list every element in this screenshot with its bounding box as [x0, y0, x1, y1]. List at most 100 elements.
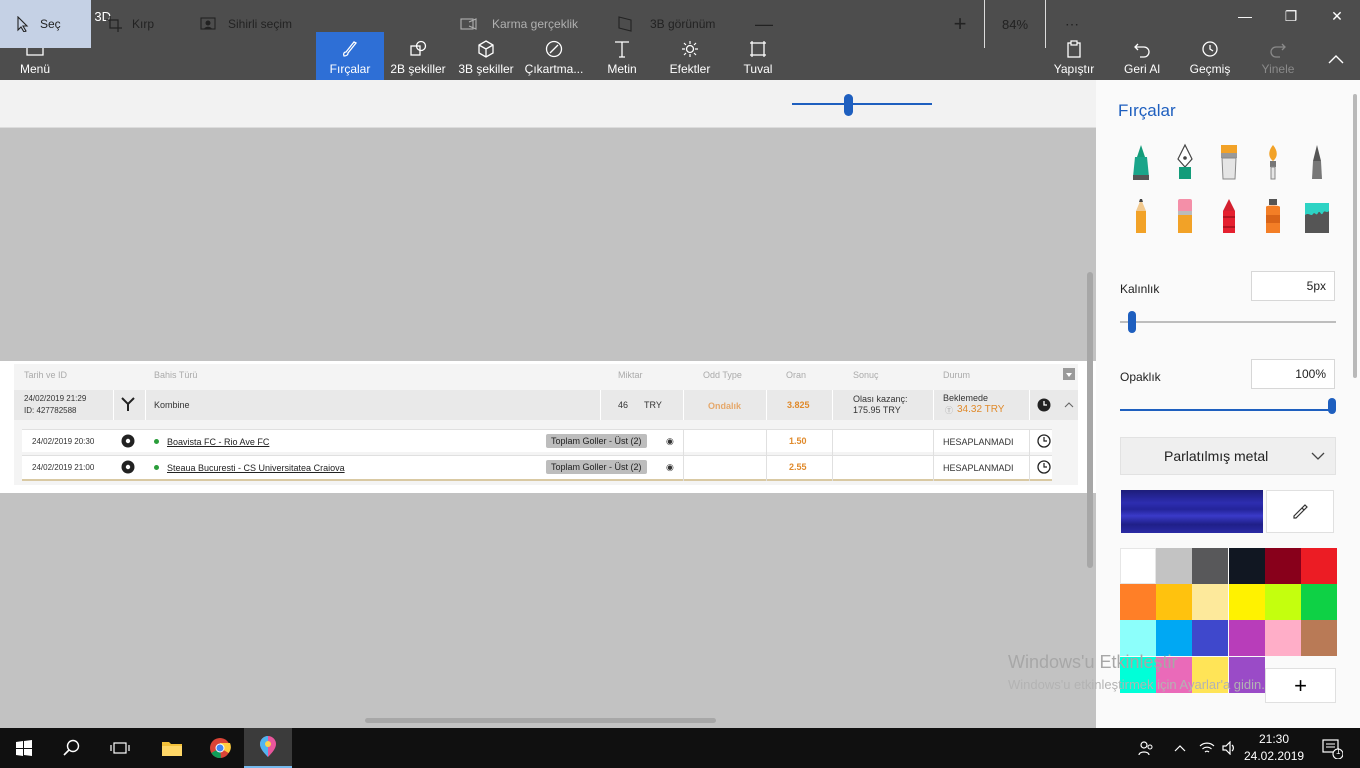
color-swatch[interactable]: [1264, 548, 1301, 584]
paint3d-taskbar-button[interactable]: [244, 728, 292, 768]
thickness-slider-thumb[interactable]: [1128, 311, 1137, 333]
zoom-slider-track[interactable]: [792, 103, 932, 105]
color-swatch[interactable]: [1120, 620, 1156, 657]
eyedropper-button[interactable]: [1266, 490, 1334, 533]
color-swatch[interactable]: [1228, 620, 1265, 657]
color-swatch[interactable]: [1228, 548, 1265, 584]
select-label: Seç: [40, 17, 61, 31]
spray-can-icon[interactable]: [1258, 197, 1288, 237]
clock-date: 24.02.2019: [1244, 749, 1305, 763]
network-button[interactable]: [1196, 728, 1218, 768]
shapes-2d-icon: [409, 38, 427, 60]
color-swatch[interactable]: [1192, 548, 1229, 584]
view-3d-icon: [618, 16, 632, 32]
start-button[interactable]: [0, 728, 48, 768]
chevron-up-icon[interactable]: [1064, 401, 1074, 409]
select-button[interactable]: Seç: [0, 0, 91, 48]
header-date: Tarih ve ID: [24, 370, 68, 380]
match-link[interactable]: Boavista FC - Rio Ave FC: [167, 437, 269, 447]
paste-label: Yapıştır: [1053, 62, 1095, 76]
close-button[interactable]: ✕: [1314, 0, 1360, 32]
zoom-out-button[interactable]: —: [755, 0, 773, 48]
mixed-reality-icon: [460, 18, 477, 30]
add-color-button[interactable]: +: [1265, 668, 1336, 703]
color-swatch[interactable]: [1228, 584, 1265, 621]
speaker-icon: [1222, 741, 1234, 755]
view-3d-button[interactable]: 3B görünüm: [618, 0, 715, 48]
tab-2d-shapes[interactable]: 2B şekiller: [388, 32, 448, 80]
crayon-icon[interactable]: [1214, 197, 1244, 237]
header-amount: Miktar: [618, 370, 643, 380]
magic-select-button[interactable]: Sihirli seçim: [200, 0, 292, 48]
color-swatch[interactable]: [1192, 620, 1229, 657]
search-button[interactable]: [48, 728, 96, 768]
crop-button[interactable]: Kırp: [106, 0, 154, 48]
taskbar-clock[interactable]: 21:30 24.02.2019: [1244, 731, 1304, 765]
collapse-ribbon-button[interactable]: [1318, 32, 1354, 80]
current-color-swatch[interactable]: [1121, 490, 1263, 533]
zoom-value[interactable]: 84%: [984, 0, 1046, 48]
view-3d-label: 3B görünüm: [650, 17, 716, 31]
color-swatch[interactable]: [1301, 548, 1337, 584]
tray-expand-button[interactable]: [1168, 728, 1192, 768]
opacity-slider[interactable]: [1120, 409, 1334, 411]
pen-icon[interactable]: [1302, 143, 1332, 183]
mixed-reality-button[interactable]: Karma gerçeklik: [460, 0, 578, 48]
color-swatch[interactable]: [1120, 548, 1156, 584]
color-swatch[interactable]: [1192, 584, 1229, 621]
color-swatch[interactable]: [1120, 584, 1156, 621]
fill-bucket-icon[interactable]: [1302, 197, 1332, 237]
opacity-input[interactable]: 100%: [1251, 359, 1335, 389]
color-swatch[interactable]: [1264, 620, 1301, 657]
match-link[interactable]: Steaua Bucuresti - CS Universitatea Crai…: [167, 463, 345, 473]
main-currency: TRY: [644, 400, 662, 410]
oil-brush-icon[interactable]: [1214, 143, 1244, 183]
row-date: 24/02/2019 20:30: [32, 437, 95, 446]
cursor-icon: [17, 16, 29, 32]
opacity-slider-thumb[interactable]: [1328, 398, 1336, 414]
color-swatch[interactable]: [1156, 584, 1193, 621]
tab-brushes[interactable]: Fırçalar: [316, 32, 384, 80]
color-swatch[interactable]: [1156, 620, 1193, 657]
history-button[interactable]: Geçmiş: [1186, 32, 1234, 80]
magic-select-label: Sihirli seçim: [228, 17, 293, 31]
chrome-button[interactable]: [196, 728, 244, 768]
material-dropdown[interactable]: Parlatılmış metal: [1120, 437, 1336, 475]
tab-label: 2B şekiller: [390, 62, 446, 76]
redo-button[interactable]: Yinele: [1254, 32, 1302, 80]
activation-watermark-text: Windows'u etkinleştirmek için Ayarlar'a …: [1008, 677, 1265, 692]
color-swatch[interactable]: [1301, 620, 1337, 657]
horizontal-scrollbar[interactable]: [365, 718, 716, 723]
minimize-button[interactable]: —: [1222, 0, 1268, 32]
tab-label: Efektler: [669, 62, 711, 76]
pencil-icon[interactable]: [1126, 197, 1156, 237]
tab-label: Çıkartma...: [524, 62, 584, 76]
zoom-slider-thumb[interactable]: [844, 94, 854, 116]
task-view-icon: [110, 742, 130, 754]
zoom-in-button[interactable]: +: [951, 0, 969, 48]
panel-scrollbar[interactable]: [1353, 94, 1357, 378]
more-options-button[interactable]: ⋯: [1060, 0, 1084, 48]
color-swatch[interactable]: [1156, 548, 1193, 584]
color-swatch[interactable]: [1264, 584, 1301, 621]
maximize-button[interactable]: ❐: [1268, 0, 1314, 32]
undo-button[interactable]: Geri Al: [1118, 32, 1166, 80]
action-center-button[interactable]: 1: [1312, 728, 1352, 768]
marker-icon[interactable]: [1126, 143, 1156, 183]
task-view-button[interactable]: [96, 728, 144, 768]
main-type: Kombine: [154, 400, 190, 410]
live-dot: [154, 439, 159, 444]
eraser-icon[interactable]: [1170, 197, 1200, 237]
filter-dropdown-icon: [1063, 368, 1075, 380]
live-dot: [154, 465, 159, 470]
people-button[interactable]: [1132, 728, 1160, 768]
color-swatch[interactable]: [1301, 584, 1337, 621]
file-explorer-button[interactable]: [148, 728, 196, 768]
vertical-scrollbar[interactable]: [1087, 272, 1093, 568]
watercolor-icon[interactable]: [1258, 143, 1288, 183]
thickness-input[interactable]: 5px: [1251, 271, 1335, 301]
thickness-slider[interactable]: [1120, 321, 1336, 323]
calligraphy-pen-icon[interactable]: [1170, 143, 1200, 183]
volume-button[interactable]: [1218, 728, 1242, 768]
market-tag: Toplam Goller - Üst (2): [546, 434, 647, 448]
